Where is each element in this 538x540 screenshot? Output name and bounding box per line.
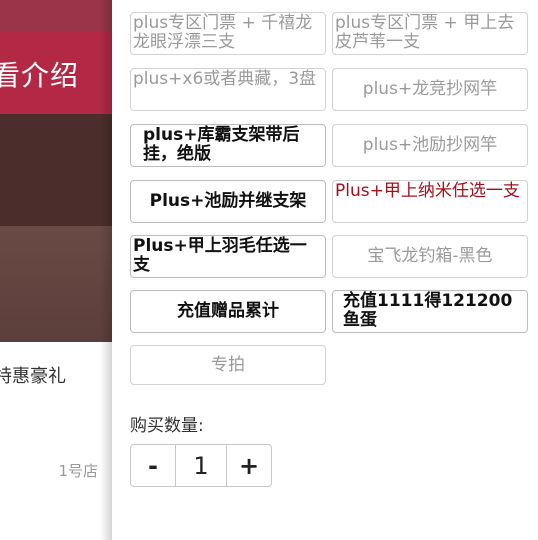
banner-text: 看介绍 xyxy=(0,59,80,92)
option-plus-feather-float[interactable]: Plus+甲上羽毛任选一支 xyxy=(130,235,326,278)
quantity-value[interactable]: 1 xyxy=(175,445,227,486)
option-plus-x6[interactable]: plus+x6或者典藏，3盘 xyxy=(130,68,326,111)
option-plus-kuba-stand[interactable]: plus+库霸支架带后挂，绝版 xyxy=(130,124,326,167)
quantity-label: 购买数量: xyxy=(130,416,204,436)
option-plus-ticket-longyan-float[interactable]: plus专区门票 + 千禧龙龙眼浮漂三支 xyxy=(130,12,326,55)
product-photo xyxy=(0,114,112,226)
intro-banner: 看介绍 xyxy=(0,32,112,114)
quantity-stepper: - 1 + xyxy=(130,444,272,487)
promo-text: 特惠豪礼 xyxy=(0,366,66,387)
product-photo-lower xyxy=(0,226,112,342)
option-recharge-eggs[interactable]: 充值1111得121200鱼蛋 xyxy=(332,290,528,333)
header-band xyxy=(0,0,112,32)
decrease-button[interactable]: - xyxy=(131,445,175,486)
background-page: 看介绍 特惠豪礼 1号店 xyxy=(0,0,112,540)
option-recharge-gift[interactable]: 充值赠品累计 xyxy=(130,290,326,333)
spec-selection-drawer: plus专区门票 + 千禧龙龙眼浮漂三支 plus专区门票 + 甲上去皮芦苇一支… xyxy=(112,0,538,540)
store-label: 1号店 xyxy=(58,462,98,480)
increase-button[interactable]: + xyxy=(227,445,271,486)
option-tackle-box-black[interactable]: 宝飞龙钓箱-黑色 xyxy=(332,235,528,278)
option-plus-nano-float[interactable]: Plus+甲上纳米任选一支 xyxy=(332,180,528,223)
option-plus-longjing-net-pole[interactable]: plus+龙竞抄网竿 xyxy=(332,68,528,111)
option-plus-chili-stand[interactable]: Plus+池励并继支架 xyxy=(130,180,326,223)
option-special-order[interactable]: 专拍 xyxy=(130,345,326,385)
drawer-shadow xyxy=(100,0,112,540)
option-plus-chili-net-pole[interactable]: plus+池励抄网竿 xyxy=(332,124,528,167)
promo-card: 特惠豪礼 1号店 xyxy=(0,342,112,540)
option-plus-ticket-reed[interactable]: plus专区门票 + 甲上去皮芦苇一支 xyxy=(332,12,528,55)
